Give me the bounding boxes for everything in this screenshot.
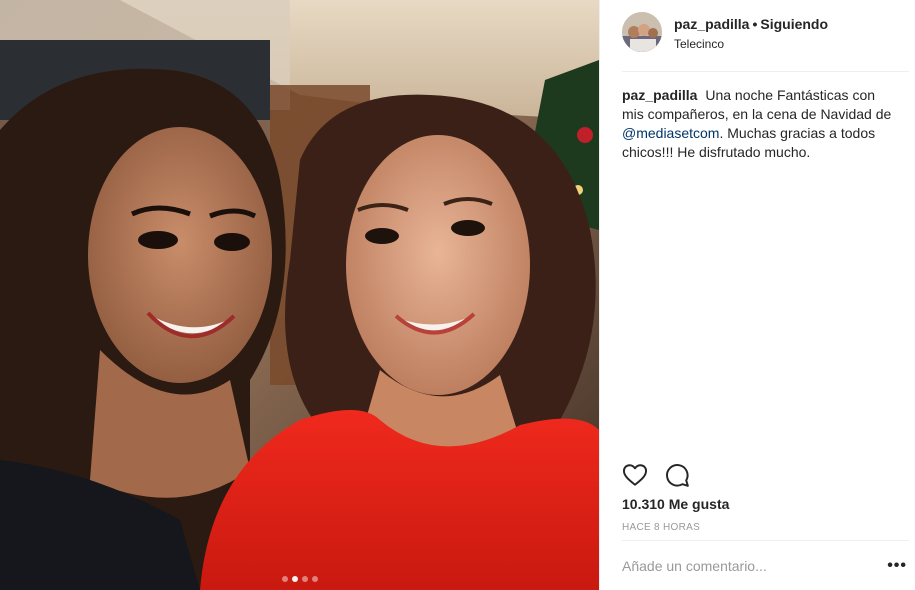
- carousel-indicator: [0, 576, 599, 582]
- comment-icon[interactable]: [664, 462, 690, 488]
- location-link[interactable]: Telecinco: [674, 37, 828, 51]
- heart-icon[interactable]: [622, 462, 648, 488]
- caption-username[interactable]: paz_padilla: [622, 87, 697, 103]
- mention-link[interactable]: @mediasetcom: [622, 125, 719, 141]
- carousel-dot: [281, 576, 288, 582]
- post-side-panel: paz_padilla • Siguiendo Telecinco paz_padi…: [599, 0, 915, 590]
- separator-dot: •: [752, 16, 758, 32]
- avatar[interactable]: [622, 12, 662, 52]
- post-timestamp: HACE 8 HORAS: [622, 522, 701, 533]
- instagram-post: paz_padilla • Siguiendo Telecinco paz_padi…: [0, 0, 915, 590]
- selfie-image: [0, 0, 599, 590]
- carousel-dot-active: [291, 576, 298, 582]
- more-options-button[interactable]: •••: [887, 557, 907, 575]
- carousel-dot: [311, 576, 318, 582]
- comment-bar: •••: [622, 540, 909, 590]
- post-header: paz_padilla • Siguiendo Telecinco: [622, 12, 909, 72]
- username-link[interactable]: paz_padilla: [674, 16, 749, 32]
- avatar-image: [622, 12, 662, 52]
- post-photo[interactable]: [0, 0, 599, 590]
- follow-status-button[interactable]: Siguiendo: [760, 16, 828, 32]
- likes-count[interactable]: 10.310 Me gusta: [622, 496, 729, 512]
- header-text: paz_padilla • Siguiendo Telecinco: [674, 16, 828, 51]
- user-line: paz_padilla • Siguiendo: [674, 16, 828, 32]
- action-bar: [622, 462, 690, 488]
- carousel-dot: [301, 576, 308, 582]
- post-caption: paz_padilla Una noche Fantásticas con mi…: [622, 86, 894, 162]
- comment-input[interactable]: [622, 558, 862, 574]
